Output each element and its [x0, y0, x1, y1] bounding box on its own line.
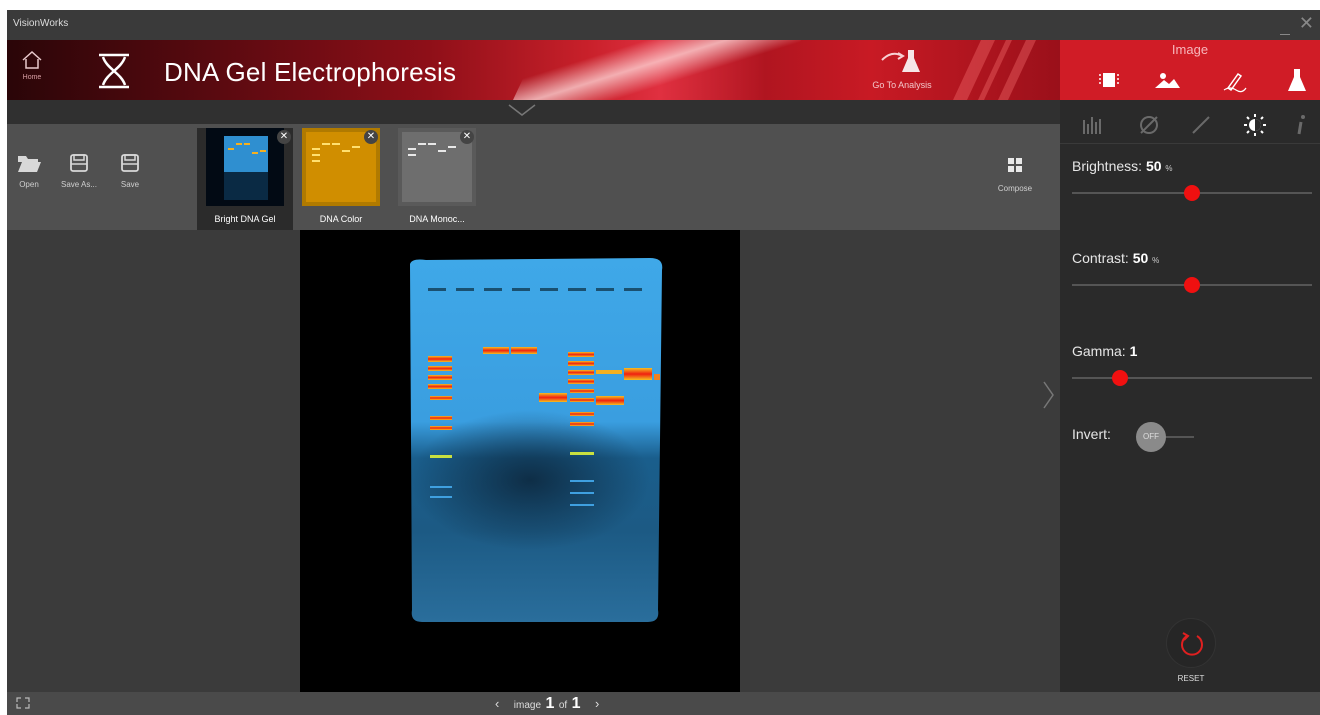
image-tab-label: Image: [1171, 42, 1209, 57]
close-window-button[interactable]: ✕: [1299, 14, 1314, 32]
thumbnail-bright-dna-gel[interactable]: ✕ Bright DNA Gel: [197, 128, 293, 230]
status-bar: ‹ image 1 of 1 ›: [7, 692, 1320, 715]
thumbnail-name: Bright DNA Gel: [214, 214, 276, 224]
invert-toggle[interactable]: OFF: [1136, 422, 1166, 452]
contrast-label: Contrast:: [1072, 250, 1129, 266]
dna-logo-icon: [99, 53, 129, 89]
pager-separator: of: [558, 700, 568, 711]
minimize-button[interactable]: [1280, 34, 1290, 35]
thumbnail-name: DNA Monoc...: [409, 214, 465, 224]
window-title: VisionWorks: [13, 18, 69, 29]
thumbnail-dna-monochrome[interactable]: ✕ DNA Monoc...: [398, 128, 476, 230]
close-thumbnail-button[interactable]: ✕: [460, 130, 474, 144]
signature-pen-icon[interactable]: [1220, 66, 1250, 94]
pager-current: 1: [545, 695, 555, 712]
flask-icon: [881, 50, 920, 72]
invert-label: Invert:: [1072, 426, 1111, 442]
brightness-control: Brightness: 50 %: [1072, 158, 1312, 201]
page-title: DNA Gel Electrophoresis: [164, 57, 457, 87]
contrast-value: 50: [1132, 250, 1149, 266]
compose-button[interactable]: Compose: [985, 156, 1045, 193]
thumbnail-dna-color[interactable]: ✕ DNA Color: [302, 128, 380, 230]
thumbnail-name: DNA Color: [319, 214, 363, 224]
pager-total: 1: [571, 695, 581, 712]
ribbon-collapse-row: [7, 100, 1060, 124]
info-icon[interactable]: [1288, 112, 1314, 138]
reset-label: RESET: [1177, 674, 1205, 683]
chip-icon[interactable]: [1094, 66, 1124, 94]
home-label: Home: [22, 74, 42, 81]
app-header: Home DNA Gel Electrophoresis Go To Analy…: [7, 40, 1060, 100]
brightness-value: 50: [1145, 158, 1162, 174]
thumbnail-image: [206, 128, 284, 206]
save-as-button[interactable]: Save As...: [57, 152, 101, 189]
flask-tab-icon[interactable]: [1282, 66, 1312, 94]
adjustment-panel: Brightness: 50 % Contrast: 50 % Gamma: 1: [1060, 100, 1320, 692]
next-image-button[interactable]: ›: [595, 696, 599, 711]
fullscreen-icon[interactable]: [15, 696, 31, 710]
gel-image[interactable]: [300, 230, 740, 692]
folder-open-icon: [18, 156, 41, 172]
filter-icon[interactable]: [1136, 112, 1162, 138]
app-window: VisionWorks ✕ Home DNA Gel Electrophores…: [7, 10, 1320, 715]
pen-icon[interactable]: [1188, 112, 1214, 138]
brightness-label: Brightness:: [1072, 158, 1143, 174]
file-toolbar: Open Save As... Save ✕ Bright DNA Gel ✕ …: [7, 124, 1060, 230]
gamma-label: Gamma:: [1072, 343, 1126, 359]
image-viewer: [7, 230, 1060, 692]
save-button[interactable]: Save: [108, 152, 152, 189]
brightness-slider-thumb[interactable]: [1184, 185, 1200, 201]
brightness-unit: %: [1165, 164, 1173, 173]
save-label: Save: [120, 180, 140, 189]
gamma-value: 1: [1129, 343, 1138, 359]
contrast-slider-thumb[interactable]: [1184, 277, 1200, 293]
brightness-slider[interactable]: [1072, 185, 1312, 201]
open-button[interactable]: Open: [7, 152, 51, 189]
save-as-label: Save As...: [60, 180, 98, 189]
grid-icon: [1008, 158, 1022, 172]
image-pager: ‹ image 1 of 1 ›: [485, 695, 609, 713]
image-landscape-icon[interactable]: [1152, 66, 1182, 94]
gamma-slider[interactable]: [1072, 370, 1312, 386]
chevron-down-icon[interactable]: [507, 103, 537, 117]
contrast-control: Contrast: 50 %: [1072, 250, 1312, 293]
pager-prefix: image: [513, 700, 542, 711]
contrast-slider[interactable]: [1072, 277, 1312, 293]
prev-image-button[interactable]: ‹: [495, 696, 499, 711]
home-icon: [22, 50, 42, 69]
open-label: Open: [19, 180, 39, 189]
reset-icon: [1181, 632, 1203, 656]
close-thumbnail-button[interactable]: ✕: [277, 130, 291, 144]
reset-button[interactable]: RESET: [1166, 618, 1216, 683]
chevron-right-icon[interactable]: [1041, 380, 1055, 410]
compose-label: Compose: [997, 184, 1033, 193]
home-button[interactable]: Home: [13, 48, 51, 94]
go-to-analysis-button[interactable]: Go To Analysis: [847, 46, 957, 98]
panel-tool-row: [1060, 106, 1320, 144]
gamma-slider-thumb[interactable]: [1112, 370, 1128, 386]
save-as-icon: [70, 154, 88, 172]
save-icon: [121, 154, 139, 172]
contrast-unit: %: [1152, 256, 1160, 265]
image-tab-header: Image: [1060, 40, 1320, 100]
go-to-analysis-label: Go To Analysis: [872, 80, 932, 90]
title-bar: VisionWorks ✕: [7, 10, 1320, 40]
close-thumbnail-button[interactable]: ✕: [364, 130, 378, 144]
brightness-icon[interactable]: [1242, 112, 1268, 138]
gamma-control: Gamma: 1: [1072, 343, 1312, 386]
invert-control: Invert: OFF: [1072, 422, 1312, 452]
histogram-icon[interactable]: [1080, 112, 1106, 138]
